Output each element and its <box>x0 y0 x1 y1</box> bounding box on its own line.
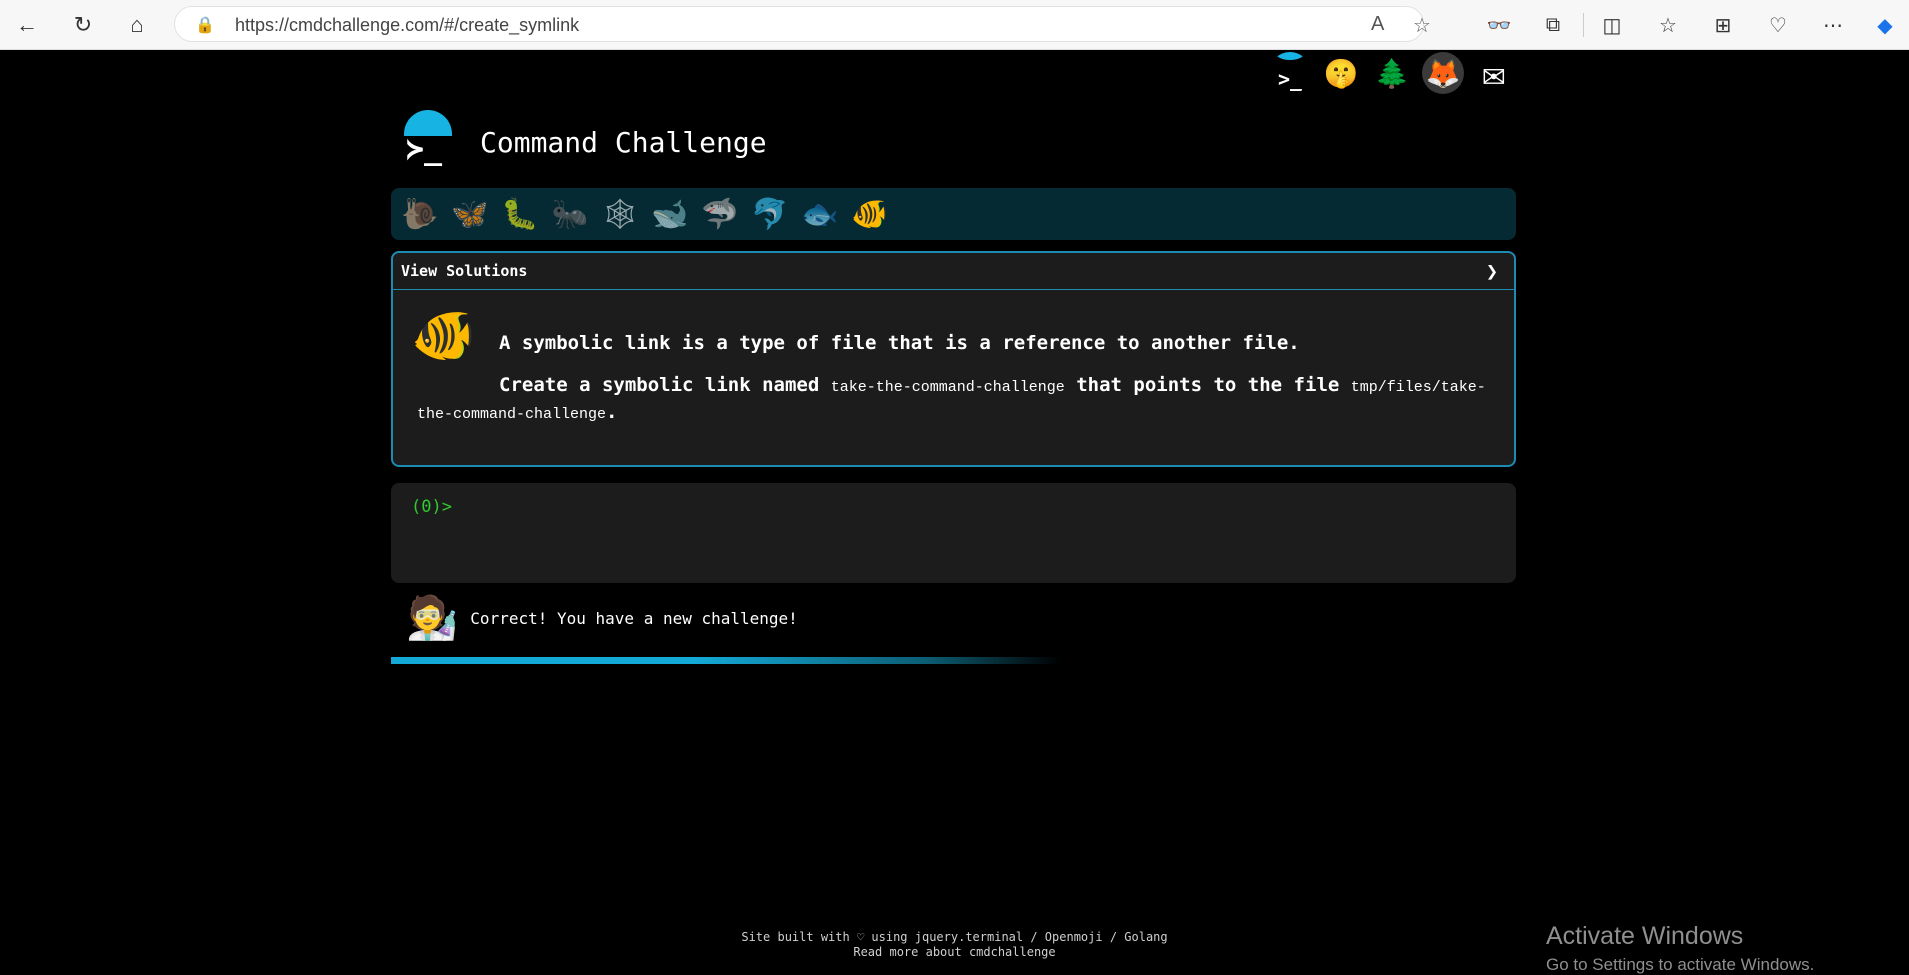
level-fish-icon[interactable]: 🐟 <box>799 193 841 235</box>
level-ant-icon[interactable]: 🐜 <box>549 193 591 235</box>
extensions-icon[interactable]: ⧉ <box>1538 11 1568 39</box>
challenge-description-line1: A symbolic link is a type of file that i… <box>499 332 1300 354</box>
tree-icon[interactable]: 🌲 <box>1371 52 1413 94</box>
copilot-icon[interactable]: ◆ <box>1870 11 1900 39</box>
read-aloud-icon[interactable]: A <box>1371 13 1384 36</box>
terminal-cap-shape <box>1274 52 1306 60</box>
watermark-subtitle: Go to Settings to activate Windows. <box>1546 955 1815 974</box>
shush-face-icon[interactable]: 🤫 <box>1320 52 1362 94</box>
level-whale-icon[interactable]: 🐋 <box>649 193 691 235</box>
favorite-star-icon[interactable]: ☆ <box>1413 13 1431 38</box>
windows-activation-watermark: Activate Windows Go to Settings to activ… <box>1546 922 1814 975</box>
symlink-name-code: take-the-command-challenge <box>830 379 1065 396</box>
tropical-fish-icon: 🐠 <box>411 306 476 366</box>
challenge-panel: View Solutions ❯ 🐠 A symbolic link is a … <box>391 251 1516 467</box>
description-mid: that points to the file <box>1064 374 1351 396</box>
address-bar[interactable]: 🔒 https://cmdchallenge.com/#/create_syml… <box>174 6 1431 42</box>
level-shark-icon[interactable]: 🦈 <box>699 193 741 235</box>
terminal-prompt: (0)> <box>411 497 452 517</box>
lock-icon[interactable]: 🔒 <box>195 15 215 35</box>
terminal-prompt-glyph: >_ <box>1277 67 1303 91</box>
description-pre: Create a symbolic link named <box>499 374 831 396</box>
gitlab-icon[interactable]: 🦊 <box>1422 52 1464 94</box>
favorites-icon[interactable]: ☆ <box>1653 11 1683 39</box>
challenge-description-line2: Create a symbolic link named take-the-co… <box>417 373 1497 427</box>
site-logo-icon[interactable]: ≻_ <box>398 110 456 168</box>
level-tropical-fish-icon[interactable]: 🐠 <box>849 193 891 235</box>
view-solutions-toggle[interactable]: View Solutions ❯ <box>393 253 1514 290</box>
browser-health-icon[interactable]: ♡ <box>1763 11 1793 39</box>
refresh-button[interactable]: ↻ <box>66 8 100 42</box>
logo-prompt-glyph: ≻_ <box>406 132 443 167</box>
view-solutions-label: View Solutions <box>401 262 528 280</box>
home-button[interactable]: ⌂ <box>120 8 154 42</box>
feedback-message: Correct! You have a new challenge! <box>470 608 798 628</box>
terminal-link-icon[interactable]: >_ <box>1269 52 1311 94</box>
mail-icon[interactable]: ✉ <box>1473 51 1515 95</box>
level-caterpillar-icon[interactable]: 🐛 <box>499 193 541 235</box>
description-end: . <box>606 401 618 423</box>
page-body: >_ 🤫 🌲 🦊 ✉ ≻_ Command Challenge 🐌 🦋 🐛 🐜 … <box>0 50 1909 975</box>
collections-icon[interactable]: ⊞ <box>1708 11 1738 39</box>
url-text[interactable]: https://cmdchallenge.com/#/create_symlin… <box>235 15 579 36</box>
level-dolphin-icon[interactable]: 🐬 <box>749 193 791 235</box>
level-snail-icon[interactable]: 🐌 <box>399 193 441 235</box>
back-button[interactable]: ← <box>10 8 44 42</box>
split-screen-icon[interactable]: ◫ <box>1597 11 1627 39</box>
browser-toolbar: ← ↻ ⌂ 🔒 https://cmdchallenge.com/#/creat… <box>0 0 1909 50</box>
chevron-right-icon[interactable]: ❯ <box>1486 259 1498 283</box>
scientist-mascot-icon: 🧑‍🔬 <box>406 593 459 642</box>
watermark-title: Activate Windows <box>1546 922 1744 950</box>
site-title[interactable]: Command Challenge <box>480 126 767 159</box>
challenge-progress-line <box>391 657 1061 664</box>
terminal-input-area[interactable]: (0)> <box>391 483 1516 583</box>
toolbar-divider <box>1583 13 1584 37</box>
level-butterfly-icon[interactable]: 🦋 <box>449 193 491 235</box>
tracking-mask-icon[interactable]: 👓 <box>1484 11 1514 39</box>
social-links: >_ 🤫 🌲 🦊 ✉ <box>1269 51 1515 95</box>
feedback-message-row: 🧑‍🔬 Correct! You have a new challenge! <box>406 591 798 645</box>
more-menu-icon[interactable]: ⋯ <box>1818 11 1848 39</box>
level-spiderweb-icon[interactable]: 🕸 <box>599 193 641 235</box>
level-progress-bar: 🐌 🦋 🐛 🐜 🕸 🐋 🦈 🐬 🐟 🐠 <box>391 188 1516 240</box>
